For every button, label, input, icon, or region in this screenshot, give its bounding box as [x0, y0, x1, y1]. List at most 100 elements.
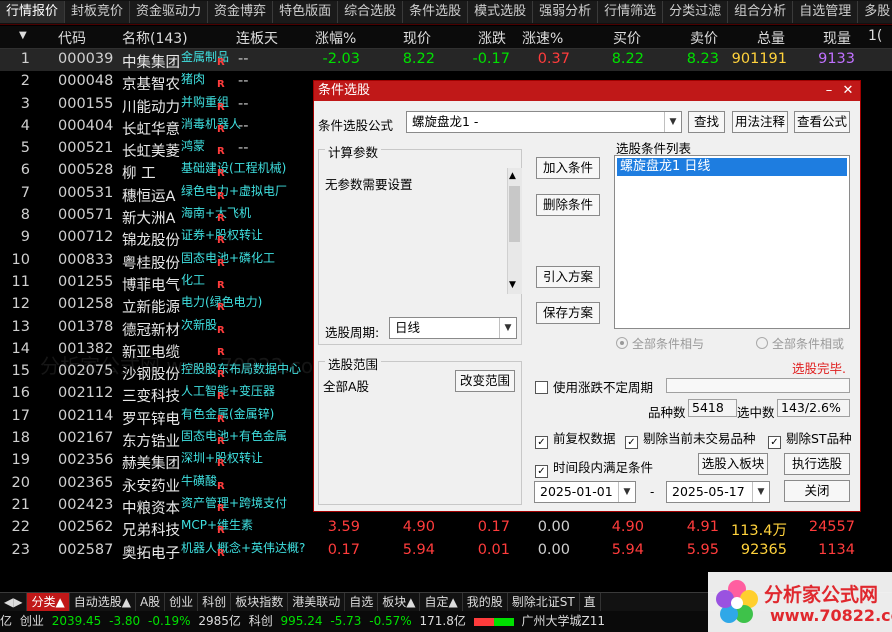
status-index-name: 创业: [19, 614, 44, 628]
add-condition-button[interactable]: 加入条件: [536, 157, 600, 179]
bottom-tab-2[interactable]: A股: [136, 593, 166, 611]
save-scheme-button[interactable]: 保存方案: [536, 302, 600, 324]
chk-exclude-untraded[interactable]: ✓ 剔除当前未交易品种: [625, 428, 756, 449]
tab-10[interactable]: 分类过滤: [663, 1, 729, 23]
date-to-picker[interactable]: 2025-05-17 ▼: [666, 481, 770, 503]
bottom-tab-6[interactable]: 港美联动: [288, 593, 346, 611]
stock-code: 002587: [58, 541, 114, 558]
col-last-volume[interactable]: 现量: [823, 28, 851, 48]
col-name[interactable]: 名称(143): [122, 28, 188, 48]
tab-1[interactable]: 封板竞价: [65, 1, 131, 23]
close-icon[interactable]: ✕: [839, 81, 857, 101]
row-index: 3: [20, 95, 30, 112]
chk-time-period[interactable]: ✓ 时间段内满足条件: [535, 457, 653, 478]
col-more[interactable]: 1(: [868, 28, 882, 44]
find-button[interactable]: 查找: [688, 111, 725, 133]
params-scrollbar[interactable]: ▲ ▼: [507, 168, 522, 294]
tab-12[interactable]: 自选管理: [793, 1, 859, 23]
bottom-tab-8[interactable]: 板块▲: [378, 593, 421, 611]
radio-or-dot[interactable]: [756, 337, 768, 349]
chevron-down-icon[interactable]: ▼: [618, 482, 635, 502]
bottom-tab-10[interactable]: 我的股: [463, 593, 508, 611]
checkbox-icon[interactable]: [535, 381, 548, 394]
bottom-tab-3[interactable]: 创业: [165, 593, 199, 611]
usage-notes-button[interactable]: 用法注释: [732, 111, 788, 133]
tab-2[interactable]: 资金驱动力: [130, 1, 209, 23]
col-price[interactable]: 现价: [403, 28, 431, 48]
table-row[interactable]: 1 000039 中集集团 金属制品 R -- -2.03 8.22 -0.17 0.37 8.22…: [0, 49, 892, 72]
col-board[interactable]: 连板天: [236, 28, 278, 48]
import-scheme-button[interactable]: 引入方案: [536, 266, 600, 288]
execute-selection-button[interactable]: 执行选股: [784, 453, 850, 475]
checkbox-checked-icon[interactable]: ✓: [535, 465, 548, 478]
minimize-icon[interactable]: –: [820, 81, 838, 101]
tab-3[interactable]: 资金博弈: [208, 1, 274, 23]
stock-name: 博菲电气: [122, 277, 180, 294]
col-pct[interactable]: 涨幅%: [315, 28, 356, 48]
checkbox-checked-icon[interactable]: ✓: [535, 436, 548, 449]
chk-exclude-st[interactable]: ✓ 剔除ST品种: [768, 428, 852, 449]
condition-list-item[interactable]: 螺旋盘龙1 日线: [617, 158, 847, 176]
chevron-down-icon[interactable]: ▼: [664, 112, 681, 132]
bottom-tab-7[interactable]: 自选: [345, 593, 379, 611]
formula-select[interactable]: 螺旋盘龙1 - ▼: [406, 111, 682, 133]
view-formula-button[interactable]: 查看公式: [794, 111, 850, 133]
row-index: 6: [20, 162, 30, 179]
formula-value: 螺旋盘龙1 -: [412, 114, 479, 129]
add-to-board-button[interactable]: 选股入板块: [698, 453, 768, 475]
bottom-tab-5[interactable]: 板块指数: [231, 593, 289, 611]
radio-or[interactable]: 全部条件相或: [756, 335, 844, 352]
radio-and[interactable]: 全部条件相与: [616, 335, 704, 352]
table-row[interactable]: 22 002562 兄弟科技 MCP+维生素 R 3.59 4.90 0.17 0.00 4.90…: [0, 517, 892, 539]
stock-code: 000521: [58, 140, 114, 157]
scroll-thumb[interactable]: [509, 186, 520, 242]
row-index: 13: [11, 318, 30, 335]
col-volume[interactable]: 总量: [757, 28, 785, 48]
row-index: 2: [20, 73, 30, 90]
dialog-titlebar[interactable]: 条件选股 – ✕: [314, 81, 860, 101]
sort-arrow-icon[interactable]: ▼: [19, 30, 27, 41]
close-button[interactable]: 关闭: [784, 480, 850, 502]
chk-undetermined-period[interactable]: 使用涨跌不定周期: [535, 377, 653, 396]
chevron-down-icon[interactable]: ▼: [499, 318, 516, 338]
status-amount-prefix: 亿: [0, 614, 13, 628]
cell-ask: 8.23: [686, 51, 719, 67]
col-ask[interactable]: 卖价: [690, 28, 718, 48]
board-days: --: [238, 140, 249, 157]
tab-5[interactable]: 综合选股: [338, 1, 404, 23]
scroll-arrows-icon[interactable]: ◀▶: [0, 593, 28, 611]
checkbox-checked-icon[interactable]: ✓: [768, 436, 781, 449]
bottom-tab-1[interactable]: 自动选股▲: [70, 593, 136, 611]
table-row[interactable]: 23 002587 奥拓电子 机器人概念+英伟达概? R 0.17 5.94 0.01 0.00…: [0, 540, 892, 562]
bottom-tab-0[interactable]: 分类▲: [27, 593, 70, 611]
col-bid[interactable]: 买价: [613, 28, 641, 48]
col-code[interactable]: 代码: [58, 28, 86, 48]
radio-and-dot[interactable]: [616, 337, 628, 349]
change-range-button[interactable]: 改变范围: [455, 370, 515, 392]
chevron-down-icon[interactable]: ▼: [752, 482, 769, 502]
col-change[interactable]: 涨跌: [478, 28, 506, 48]
bottom-tab-9[interactable]: 自定▲: [420, 593, 463, 611]
checkbox-checked-icon[interactable]: ✓: [625, 436, 638, 449]
tab-11[interactable]: 组合分析: [728, 1, 794, 23]
col-speed[interactable]: 涨速%: [522, 28, 563, 48]
bottom-tab-4[interactable]: 科创: [198, 593, 232, 611]
stock-name: 德冠新材: [122, 322, 180, 339]
tab-13[interactable]: 多股: [858, 1, 892, 23]
tab-4[interactable]: 特色版面: [273, 1, 339, 23]
date-from-picker[interactable]: 2025-01-01 ▼: [534, 481, 636, 503]
tab-9[interactable]: 行情筛选: [598, 1, 664, 23]
bottom-tab-12[interactable]: 直: [580, 593, 601, 611]
period-select[interactable]: 日线 ▼: [389, 317, 517, 339]
scroll-down-icon[interactable]: ▼: [509, 280, 516, 290]
bottom-tab-11[interactable]: 剔除北证ST: [508, 593, 580, 611]
tab-7[interactable]: 模式选股: [468, 1, 534, 23]
delete-condition-button[interactable]: 删除条件: [536, 194, 600, 216]
tab-6[interactable]: 条件选股: [403, 1, 469, 23]
condition-list[interactable]: 螺旋盘龙1 日线: [614, 155, 850, 329]
row-index: 16: [11, 385, 30, 402]
tab-0[interactable]: 行情报价: [0, 1, 66, 23]
chk-forward-adjust[interactable]: ✓ 前复权数据: [535, 428, 616, 449]
tab-8[interactable]: 强弱分析: [533, 1, 599, 23]
scroll-up-icon[interactable]: ▲: [509, 171, 516, 181]
